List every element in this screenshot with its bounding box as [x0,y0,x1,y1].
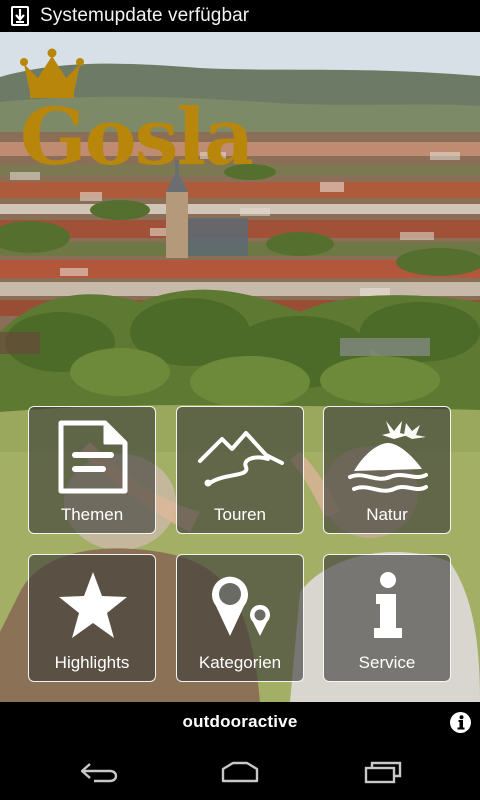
goslar-logo: Goslar [16,38,297,183]
status-notification-text: Systemupdate verfügbar [40,5,250,26]
tile-service[interactable]: Service [323,554,451,682]
tile-themen[interactable]: Themen [28,406,156,534]
tile-natur[interactable]: Natur [323,406,451,534]
tile-label: Touren [214,505,266,524]
info-circle-icon[interactable] [450,712,471,733]
status-bar: Systemupdate verfügbar [0,0,480,32]
tile-highlights[interactable]: Highlights [28,554,156,682]
back-icon[interactable] [70,756,130,788]
tile-label: Natur [366,505,408,524]
brand-name: outdooractive [182,712,298,731]
tile-label: Themen [60,505,124,524]
logo-text: Goslar [20,92,252,168]
mountain-route-icon [177,407,305,507]
document-icon [29,407,157,507]
brand-bar: outdooractive [0,702,480,742]
tile-label: Service [358,653,416,672]
star-icon [29,555,157,655]
map-pins-icon [177,555,305,655]
tile-touren[interactable]: Touren [176,406,304,534]
system-nav-bar [0,742,480,800]
app-screen: Systemupdate verfügbar Gosla Themen Tour… [0,0,480,800]
tile-label: Highlights [54,653,130,672]
info-icon [324,555,452,655]
recents-icon[interactable] [352,756,412,788]
home-icon[interactable] [210,756,270,788]
tile-kategorien[interactable]: Kategorien [176,554,304,682]
tile-label: Kategorien [198,653,282,672]
download-icon[interactable] [0,0,40,32]
nature-birds-icon [324,407,452,507]
